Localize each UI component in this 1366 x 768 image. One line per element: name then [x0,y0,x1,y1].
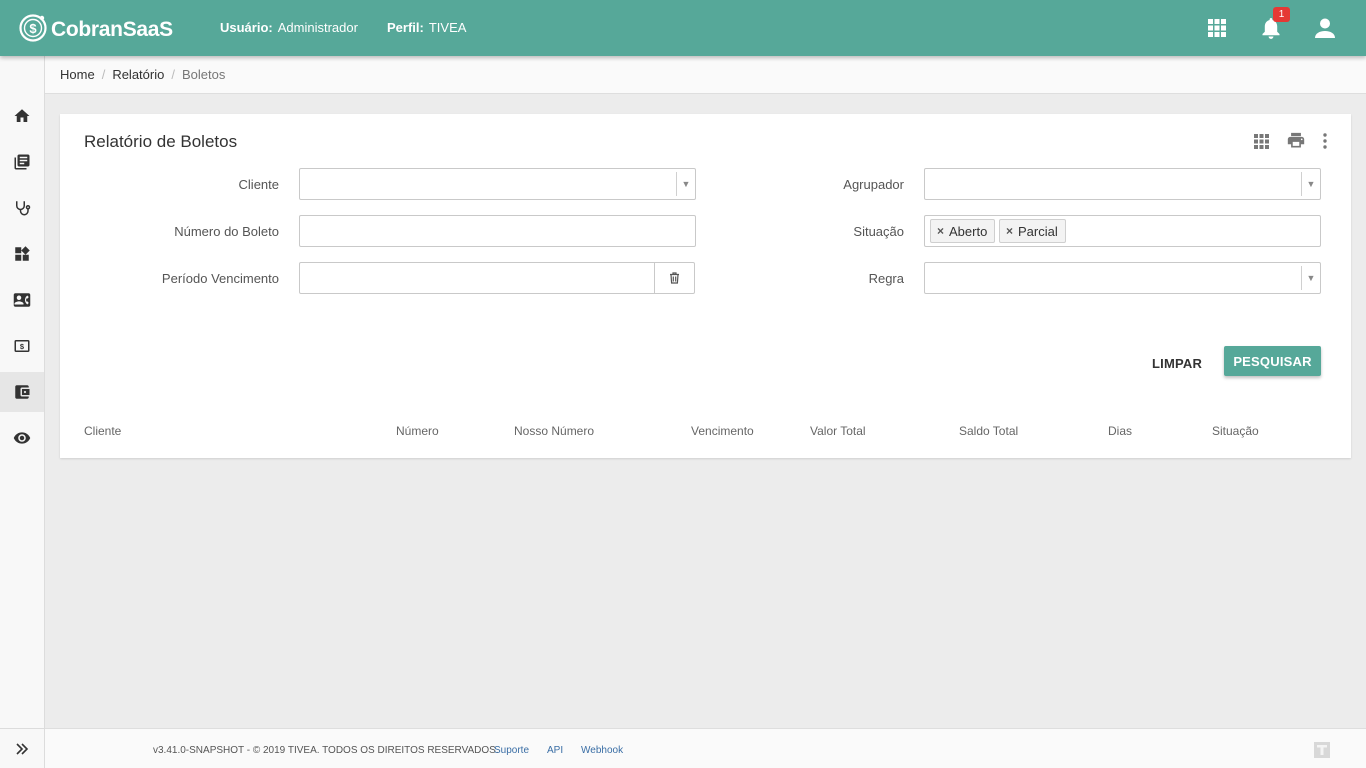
apps-icon [1208,19,1226,37]
sidebar-item-dashboard[interactable] [0,234,44,274]
sidebar: $ [0,56,45,768]
user-value: Administrador [277,20,358,35]
chip-remove-icon[interactable]: × [1006,224,1013,238]
chip-label: Parcial [1018,223,1058,239]
footer-link-webhook[interactable]: Webhook [581,745,623,756]
situacao-chip-aberto: × Aberto [930,219,996,243]
grid-icon [1253,133,1269,149]
report-card: Relatório de Boletos Cliente ▼ Número do… [60,114,1351,458]
chevron-down-icon[interactable]: ▼ [1301,266,1320,290]
apps-button[interactable] [1203,14,1231,42]
column-header-cliente[interactable]: Cliente [84,424,121,438]
cobransaas-logo-icon: $ [19,14,47,42]
footer: v3.41.0-SNAPSHOT - © 2019 TIVEA. TODOS O… [45,728,1366,768]
dashboard-widgets-icon [15,246,30,261]
contact-card-icon [13,293,31,307]
brand[interactable]: $ CobranSaaS [18,11,173,45]
breadcrumb-separator: / [171,67,175,82]
chevron-down-icon[interactable]: ▼ [676,172,695,196]
breadcrumb-home[interactable]: Home [60,67,95,82]
copyright-text: v3.41.0-SNAPSHOT - © 2019 TIVEA. TODOS O… [153,745,499,756]
print-button[interactable] [1285,130,1307,152]
agrupador-select[interactable]: ▼ [924,168,1321,200]
periodo-vencimento-input[interactable] [299,262,695,294]
user-info: Usuário: Administrador [220,20,358,35]
sidebar-item-billing[interactable]: $ [0,326,44,366]
wallet-icon [15,385,30,399]
situacao-multiselect[interactable]: × Aberto × Parcial [924,215,1321,247]
eye-icon [13,432,31,444]
numero-boleto-input[interactable] [299,215,696,247]
clear-period-button[interactable] [654,263,694,293]
tivea-logo-icon [1314,742,1330,758]
notification-badge[interactable]: 1 [1273,7,1290,22]
numero-boleto-label: Número do Boleto [174,224,279,239]
clear-button[interactable]: LIMPAR [1152,348,1202,378]
column-header-nosso-numero[interactable]: Nosso Número [514,424,594,438]
column-header-numero[interactable]: Número [396,424,439,438]
column-header-situacao[interactable]: Situação [1212,424,1259,438]
brand-name: CobranSaaS [51,18,173,41]
regra-label: Regra [868,271,904,286]
page-title: Relatório de Boletos [84,132,238,151]
periodo-vencimento-label: Período Vencimento [161,271,279,286]
profile-info: Perfil: TIVEA [387,20,466,35]
chevron-down-icon[interactable]: ▼ [1301,172,1320,196]
account-icon [1315,18,1335,38]
more-vert-icon [1323,133,1327,149]
situacao-label: Situação [853,224,904,239]
svg-text:$: $ [20,342,25,351]
library-icon [14,154,30,170]
sidebar-item-library[interactable] [0,142,44,182]
profile-value: TIVEA [428,20,467,35]
sidebar-item-wallet[interactable] [0,372,44,412]
columns-button[interactable] [1250,130,1272,152]
regra-select[interactable]: ▼ [924,262,1321,294]
sidebar-item-contacts[interactable] [0,280,44,320]
chip-remove-icon[interactable]: × [937,224,944,238]
column-header-saldo-total[interactable]: Saldo Total [959,424,1018,438]
breadcrumb-separator: / [101,67,106,82]
situacao-chip-parcial: × Parcial [999,219,1066,243]
sidebar-item-monitor[interactable] [0,418,44,458]
home-icon [14,109,30,122]
breadcrumb-boletos: Boletos [181,67,226,82]
cliente-select[interactable]: ▼ [299,168,696,200]
more-options-button[interactable] [1314,130,1336,152]
sidebar-expand-button[interactable] [0,728,44,768]
account-button[interactable] [1311,14,1339,42]
sidebar-item-home[interactable] [0,96,44,136]
search-button[interactable]: PESQUISAR [1224,346,1321,376]
profile-label: Perfil: [387,20,424,35]
stethoscope-icon [16,201,31,216]
footer-link-suporte[interactable]: Suporte [494,745,529,756]
agrupador-label: Agrupador [843,177,904,192]
svg-text:$: $ [29,21,37,36]
print-icon [1287,132,1305,148]
cliente-label: Cliente [238,177,279,192]
footer-link-api[interactable]: API [547,745,563,756]
column-header-dias[interactable]: Dias [1108,424,1132,438]
breadcrumb-relatorio[interactable]: Relatório [112,67,164,82]
sidebar-item-stethoscope[interactable] [0,188,44,228]
top-bar: $ CobranSaaS Usuário: Administrador Perf… [0,0,1366,56]
double-chevron-right-icon [16,742,29,755]
money-icon: $ [14,340,30,352]
user-label: Usuário: [220,20,273,35]
chip-label: Aberto [949,223,988,239]
trash-icon [670,272,679,284]
breadcrumb: Home / Relatório / Boletos [45,56,1366,94]
column-header-valor-total[interactable]: Valor Total [810,424,866,438]
column-header-vencimento[interactable]: Vencimento [691,424,754,438]
